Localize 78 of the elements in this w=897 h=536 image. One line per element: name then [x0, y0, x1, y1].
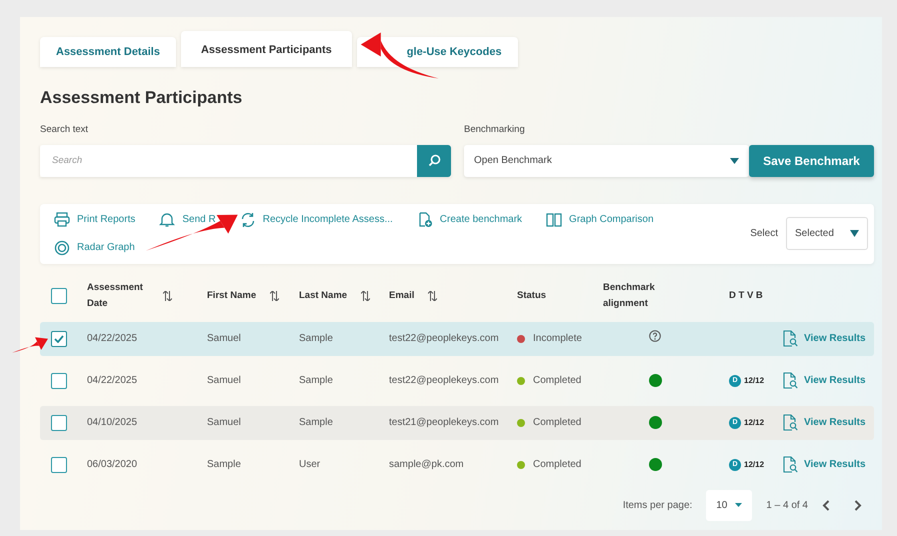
table-cell: Sample — [299, 333, 333, 344]
table-cell: 04/22/2025 — [87, 375, 138, 386]
column-header: D T V B — [729, 288, 763, 303]
table-cell: Sample — [299, 417, 333, 428]
select-all-checkbox[interactable] — [51, 288, 67, 304]
table-cell: sample@pk.com — [389, 459, 464, 470]
status-text: Completed — [533, 374, 582, 388]
search-button[interactable] — [417, 144, 451, 177]
items-per-page-label: Items per page: — [622, 498, 692, 513]
column-header[interactable]: Assessment Date — [87, 280, 149, 312]
column-header[interactable]: Last Name — [299, 288, 348, 304]
status-text: Completed — [533, 458, 582, 472]
view-results-link[interactable]: View Results — [783, 456, 866, 474]
callout-arrow — [12, 337, 48, 353]
row-checkbox[interactable] — [51, 372, 67, 389]
benchmark-dropdown[interactable]: Open Benchmark — [464, 144, 749, 177]
caret-icon — [730, 158, 739, 164]
status-text: Completed — [533, 416, 582, 430]
table-cell: 04/10/2025 — [87, 417, 138, 428]
row-checkbox[interactable] — [51, 414, 67, 431]
row-checkbox[interactable] — [51, 330, 67, 347]
refresh-icon — [240, 212, 256, 228]
view-results-link[interactable]: View Results — [783, 414, 866, 432]
status-text: Incomplete — [533, 332, 582, 346]
caret-icon — [850, 230, 859, 238]
toolbar-action[interactable]: Recycle Incomplete Assess... — [240, 212, 393, 228]
document-search-icon — [783, 372, 798, 390]
column-header: Benchmark alignment — [603, 280, 656, 311]
table-cell: Sample — [207, 459, 241, 470]
column-header: Status — [517, 288, 546, 303]
page-title: Assessment Participants — [40, 87, 244, 109]
columns-icon — [546, 212, 562, 228]
row-checkbox[interactable] — [51, 456, 67, 473]
next-page-button[interactable] — [854, 500, 862, 511]
table-cell: Samuel — [207, 417, 241, 428]
search-icon — [428, 154, 440, 168]
table-cell: User — [299, 459, 320, 470]
column-header[interactable]: First Name — [207, 288, 256, 304]
field-label: Search text — [40, 122, 90, 136]
table-cell: test22@peoplekeys.com — [389, 375, 499, 386]
document-search-icon — [783, 330, 798, 348]
table-cell: test21@peoplekeys.com — [389, 417, 499, 428]
printer-icon — [54, 212, 70, 228]
tab[interactable]: Assessment Details — [40, 36, 176, 67]
document-search-icon — [783, 456, 798, 474]
caret-icon — [735, 503, 742, 508]
previous-page-button[interactable] — [822, 500, 830, 511]
toolbar-action[interactable]: Graph Comparison — [546, 212, 654, 228]
toolbar-action[interactable]: Print Reports — [54, 212, 136, 228]
save-button[interactable]: Save Benchmark — [749, 144, 874, 177]
search-field[interactable]: Search — [40, 144, 417, 177]
toolbar-action[interactable]: Radar Graph — [54, 240, 135, 256]
check-icon — [54, 334, 64, 343]
page-size-dropdown[interactable]: 10 — [706, 490, 752, 521]
table-cell: Samuel — [207, 333, 241, 344]
tab[interactable]: gle-Use Keycodes — [356, 36, 518, 67]
select-dropdown[interactable]: Selected — [786, 217, 868, 250]
bell-icon — [159, 212, 176, 228]
table-cell: Samuel — [207, 375, 241, 386]
table-cell: test22@peoplekeys.com — [389, 333, 499, 344]
table-cell: 04/22/2025 — [87, 333, 138, 344]
radar-icon — [54, 240, 70, 256]
table-cell: 06/03/2020 — [87, 459, 138, 470]
page-range: 1 – 4 of 4 — [766, 498, 808, 513]
column-header[interactable]: Email — [389, 288, 414, 304]
toolbar-action[interactable]: Create benchmark — [416, 212, 522, 228]
table-cell: Sample — [299, 375, 333, 386]
dtvb-score: 12/12 — [744, 416, 764, 429]
toolbar-action[interactable]: Send R — [159, 212, 216, 228]
view-results-link[interactable]: View Results — [783, 330, 866, 348]
dtvb-score: 12/12 — [744, 374, 764, 387]
document-search-icon — [783, 414, 798, 432]
tab[interactable]: Assessment Participants — [180, 30, 352, 67]
view-results-link[interactable]: View Results — [783, 372, 866, 390]
select-label: Select — [750, 227, 778, 242]
dtvb-score: 12/12 — [744, 458, 764, 471]
field-label: Benchmarking — [464, 122, 526, 136]
file-plus-icon — [416, 212, 433, 228]
